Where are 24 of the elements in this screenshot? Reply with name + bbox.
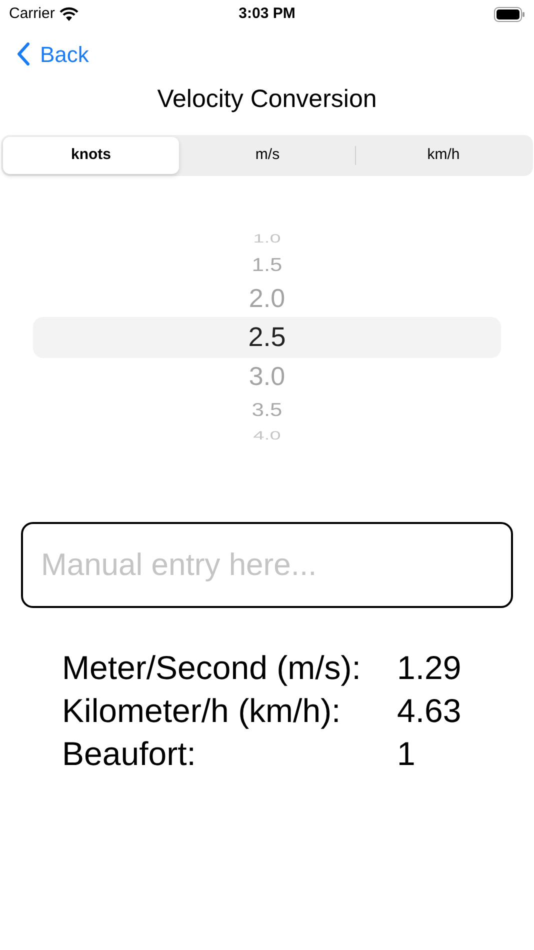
picker-value[interactable]: 2.0 (248, 280, 286, 317)
picker-value[interactable]: 1.0 (253, 232, 281, 246)
segment-tab[interactable]: km/h (356, 137, 531, 174)
segment-tab[interactable]: knots (3, 137, 179, 174)
battery-icon (494, 6, 525, 22)
picker-value[interactable]: 3.5 (252, 397, 282, 423)
picker-value[interactable]: 3.0 (248, 358, 286, 395)
chevron-left-icon (16, 42, 30, 66)
picker-value[interactable]: 4.0 (253, 429, 281, 443)
screen-title: Velocity Conversion (157, 84, 377, 116)
result-value: 4.63 (397, 691, 462, 731)
manual-entry-field[interactable]: Manual entry here... (21, 522, 513, 608)
result-value: 1.29 (397, 648, 462, 688)
result-value: 1 (397, 734, 416, 774)
segment-tab[interactable]: m/s (180, 137, 355, 174)
result-label: Beaufort: (62, 734, 197, 774)
picker-value[interactable]: 2.5 (248, 317, 286, 358)
result-label: Meter/Second (m/s): (62, 648, 362, 688)
picker-value[interactable]: 1.5 (252, 252, 282, 278)
back-button[interactable]: Back (16, 38, 89, 70)
result-label: Kilometer/h (km/h): (62, 691, 342, 731)
carrier-name: Carrier (9, 4, 55, 24)
wifi-icon (58, 6, 79, 22)
status-time: 3:03 PM (238, 4, 296, 24)
